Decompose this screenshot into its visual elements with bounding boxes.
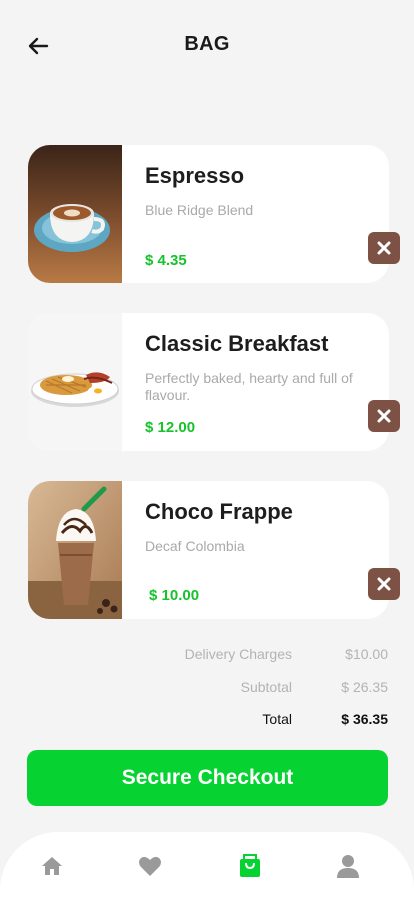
remove-item-button[interactable] <box>368 400 400 432</box>
header: BAG <box>0 0 414 90</box>
remove-item-button[interactable] <box>368 568 400 600</box>
delivery-charges-row: Delivery Charges $10.00 <box>0 646 414 668</box>
item-description: Perfectly baked, hearty and full of flav… <box>145 370 353 403</box>
cart-item-espresso[interactable]: Espresso Blue Ridge Blend $ 4.35 <box>28 145 389 283</box>
bag-icon <box>240 854 260 877</box>
cart-item-classic-breakfast[interactable]: Classic Breakfast Perfectly baked, heart… <box>28 313 389 451</box>
breakfast-image <box>28 313 122 451</box>
item-description: Decaf Colombia <box>145 538 245 554</box>
item-name: Classic Breakfast <box>145 331 329 356</box>
item-price: $ 10.00 <box>149 587 200 604</box>
total-label: Total <box>262 711 292 727</box>
nav-home[interactable] <box>38 852 66 880</box>
page-title: BAG <box>184 33 230 55</box>
home-icon <box>42 857 62 875</box>
total-value: $ 36.35 <box>341 711 388 727</box>
subtotal-row: Subtotal $ 26.35 <box>0 679 414 701</box>
item-name: Espresso <box>145 163 245 188</box>
espresso-image <box>28 145 122 283</box>
heart-icon <box>139 856 161 876</box>
item-name: Choco Frappe <box>145 499 293 524</box>
close-icon <box>377 241 391 255</box>
secure-checkout-button[interactable]: Secure Checkout <box>27 750 388 806</box>
delivery-charges-label: Delivery Charges <box>184 646 292 662</box>
nav-favorites[interactable] <box>136 852 164 880</box>
frappe-image <box>28 481 122 619</box>
profile-icon <box>337 855 359 878</box>
cart-item-choco-frappe[interactable]: Choco Frappe Decaf Colombia $ 10.00 <box>28 481 389 619</box>
delivery-charges-value: $10.00 <box>345 646 388 662</box>
item-price: $ 12.00 <box>145 419 196 436</box>
bottom-nav <box>0 832 414 912</box>
total-row: Total $ 36.35 <box>0 711 414 733</box>
item-description: Blue Ridge Blend <box>145 202 254 218</box>
close-icon <box>377 409 391 423</box>
subtotal-value: $ 26.35 <box>341 679 388 695</box>
remove-item-button[interactable] <box>368 232 400 264</box>
subtotal-label: Subtotal <box>240 679 292 695</box>
close-icon <box>377 577 391 591</box>
nav-profile[interactable] <box>334 852 362 880</box>
nav-bag[interactable] <box>236 852 264 880</box>
item-price: $ 4.35 <box>145 252 187 269</box>
